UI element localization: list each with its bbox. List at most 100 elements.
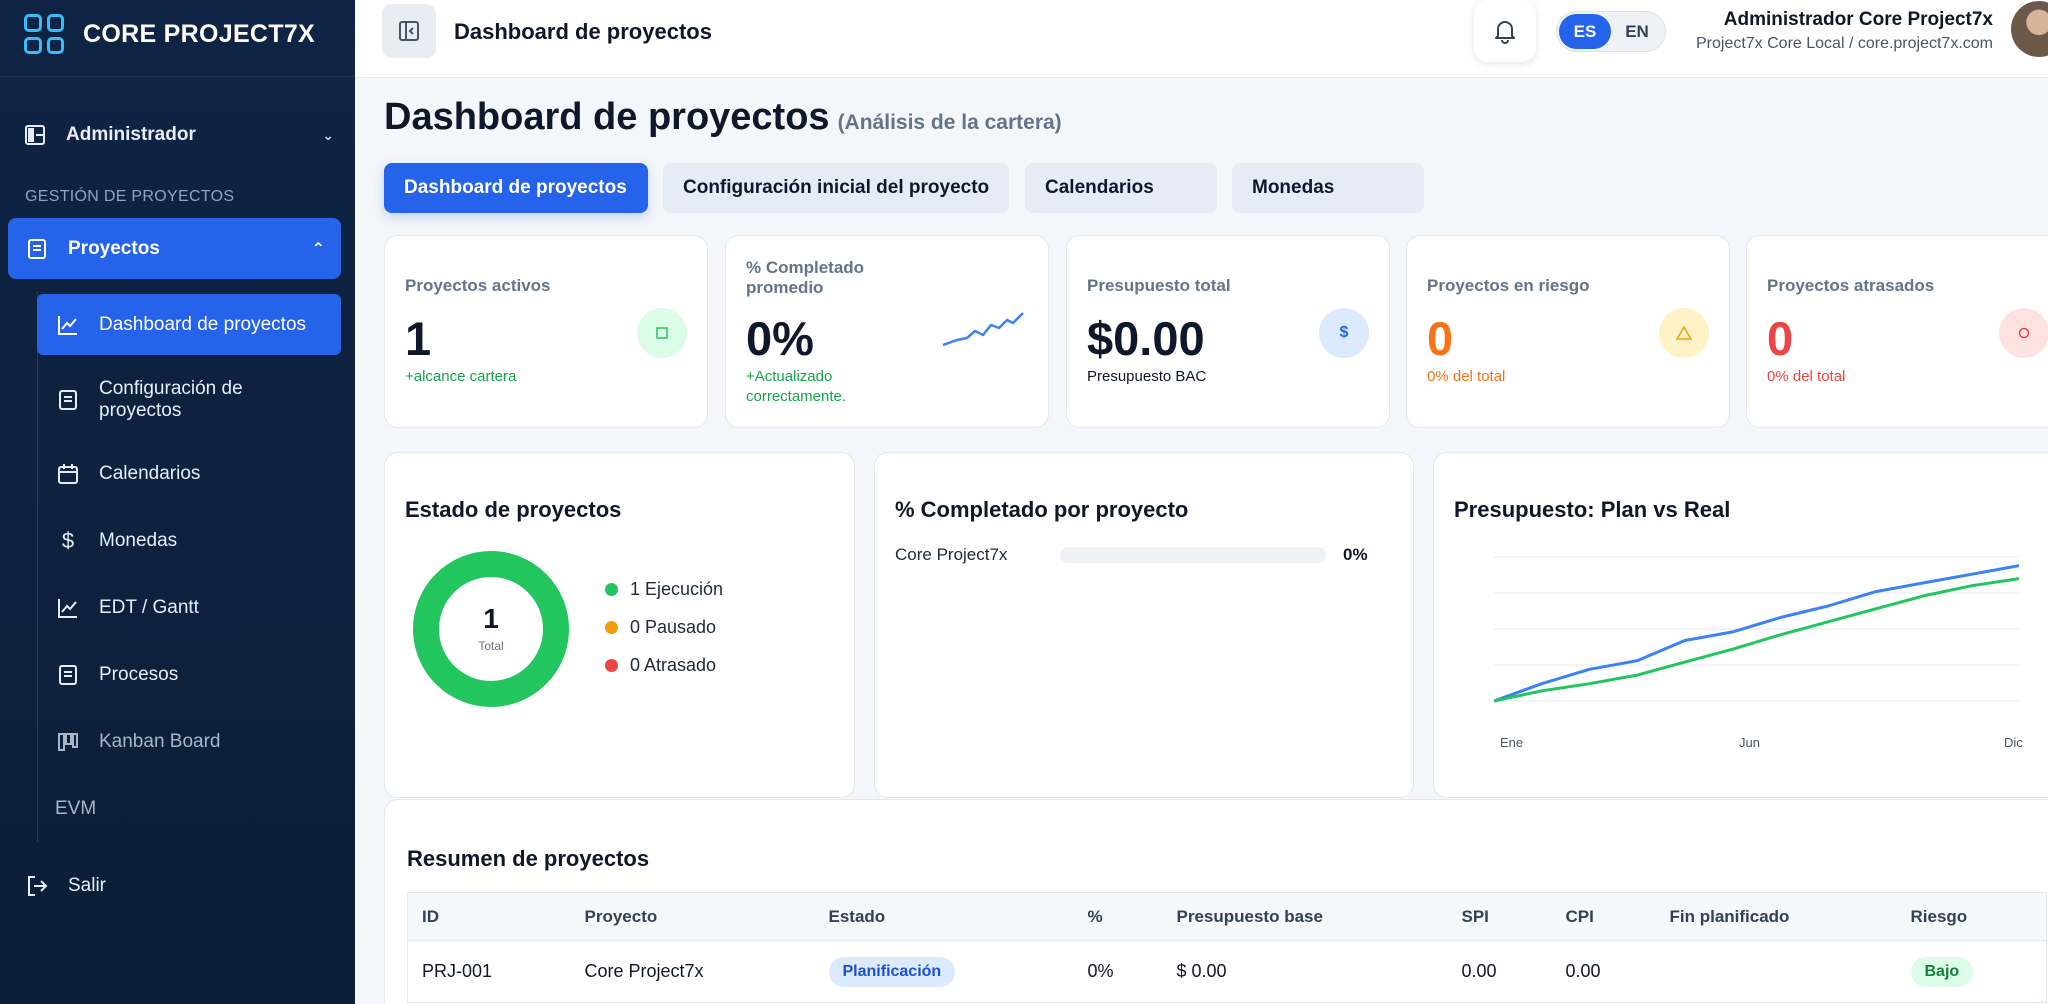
lang-es-button[interactable]: ES	[1559, 14, 1611, 49]
cell-risk: Bajo	[1897, 941, 2047, 1003]
x-tick-label: Ene	[1500, 735, 1524, 750]
logout-label: Salir	[68, 875, 107, 896]
column-header[interactable]: Riesgo	[1896, 892, 2047, 941]
chart-line-icon	[57, 597, 79, 619]
legend-label: 0 Pausado	[630, 617, 717, 637]
sidebar-item-currencies[interactable]: $ Monedas	[37, 524, 341, 558]
kpi-card-total-budget: Presupuesto total $0.00 Presupuesto BAC …	[1066, 235, 1390, 428]
tab-dashboard[interactable]: Dashboard de proyectos	[384, 163, 648, 213]
series-line-0	[1494, 564, 2020, 703]
language-switch: ES EN	[1556, 11, 1666, 52]
brand[interactable]: CORE PROJECT7X	[24, 12, 315, 56]
cell-cpi: 0.00	[1565, 961, 1601, 981]
kpi-label: Proyectos activos	[405, 276, 551, 295]
panel-title: Estado de proyectos	[405, 497, 622, 522]
cell-end-date	[1656, 941, 1897, 1003]
column-header[interactable]: CPI	[1551, 892, 1656, 941]
sidebar-item-edt-gantt[interactable]: EDT / Gantt	[37, 591, 341, 625]
column-header[interactable]: Estado	[814, 892, 1074, 941]
calendar-icon	[57, 463, 79, 485]
budget-line-chart	[1494, 556, 2020, 703]
legend-label: 1 Ejecución	[630, 579, 724, 599]
legend-dot	[605, 659, 618, 672]
document-icon	[26, 238, 48, 260]
document-icon	[57, 664, 79, 686]
avatar[interactable]	[2011, 1, 2048, 57]
sidebar-item-label: Procesos	[99, 664, 179, 685]
column-header[interactable]: Proyecto	[570, 892, 815, 941]
donut-total-label: Total	[478, 639, 504, 653]
column-header[interactable]: Presupuesto base	[1162, 892, 1448, 941]
tab-currencies[interactable]: Monedas	[1232, 163, 1424, 213]
kpi-value: $0.00	[1087, 312, 1205, 365]
sparkline-icon	[942, 312, 1024, 347]
page-title: Dashboard de proyectos (Análisis de la ca…	[384, 96, 1062, 139]
kpi-label: Proyectos atrasados	[1767, 276, 1935, 295]
risk-badge: Bajo	[1910, 956, 1974, 987]
x-tick-label: Dic	[2004, 735, 2023, 750]
page-subtitle: (Análisis de la cartera)	[837, 111, 1062, 134]
progress-bar	[1060, 547, 1326, 563]
kpi-value: 0	[1427, 312, 1454, 365]
divider	[0, 76, 355, 77]
sidebar-item-label: EDT / Gantt	[99, 597, 199, 618]
chevron-up-icon: ⌃	[311, 240, 325, 258]
cell-spi: 0.00	[1461, 961, 1497, 981]
sidebar-collapse-icon	[399, 21, 419, 41]
bell-icon	[1495, 21, 1515, 44]
sidebar-item-dashboard[interactable]: Dashboard de proyectos	[37, 294, 341, 355]
sidebar-item-processes[interactable]: Procesos	[37, 658, 341, 692]
warning-icon	[1659, 308, 1709, 358]
table-row[interactable]: PRJ-001 Core Project7x Planificación 0% …	[408, 941, 2047, 1003]
lang-en-button[interactable]: EN	[1611, 14, 1663, 49]
sidebar-item-admin[interactable]: Administrador ⌄	[24, 118, 334, 152]
brand-name: CORE PROJECT7X	[83, 19, 316, 48]
donut-total-value: 1	[483, 603, 499, 634]
legend-dot	[605, 621, 618, 634]
sidebar-toggle-button[interactable]	[382, 4, 436, 58]
sidebar-item-label: Kanban Board	[99, 731, 221, 752]
document-icon	[57, 389, 79, 411]
completion-panel: % Completado por proyecto Core Project7x…	[874, 452, 1414, 798]
logout-icon	[26, 875, 48, 897]
sidebar-item-label: Configuración de proyectos	[99, 378, 243, 421]
sidebar-item-label: Monedas	[99, 530, 178, 551]
sidebar-item-calendars[interactable]: Calendarios	[37, 457, 341, 491]
sidebar-item-label: Calendarios	[99, 463, 201, 484]
square-icon	[637, 308, 687, 358]
status-panel: Estado de proyectos 1 Total 1 Ejecución …	[384, 452, 855, 798]
chart-line-icon	[57, 314, 79, 336]
user-name: Administrador Core Project7x	[1723, 9, 1993, 30]
chevron-down-icon: ⌄	[322, 126, 334, 143]
sidebar-item-project-config[interactable]: Configuración de proyectos	[37, 372, 341, 428]
column-header[interactable]: ID	[407, 892, 571, 941]
column-header[interactable]: SPI	[1447, 892, 1552, 941]
sidebar-item-label: Proyectos	[68, 237, 160, 259]
column-header[interactable]: Fin planificado	[1655, 892, 1897, 941]
legend-item: 1 Ejecución	[605, 579, 723, 600]
kpi-value: 1	[405, 312, 432, 365]
grid-logo-icon	[24, 14, 64, 54]
x-tick-label: Jun	[1739, 735, 1760, 750]
progress-row-label: Core Project7x	[895, 545, 1008, 564]
dollar-icon: $	[1319, 308, 1369, 358]
logout-button[interactable]: Salir	[26, 870, 106, 902]
cell-id: PRJ-001	[422, 961, 493, 981]
legend-item: 0 Atrasado	[605, 655, 716, 676]
sidebar-section-label: GESTIÓN DE PROYECTOS	[25, 188, 235, 205]
tab-initial-config[interactable]: Configuración inicial del proyecto	[663, 163, 1009, 213]
panel-title: % Completado por proyecto	[895, 497, 1189, 522]
notifications-button[interactable]	[1474, 0, 1536, 62]
series-line-1	[1494, 577, 2020, 703]
tab-calendars[interactable]: Calendarios	[1025, 163, 1217, 213]
kpi-note: 0% del total	[1427, 368, 1506, 385]
kpi-card-avg-completion: % Completado promedio 0% +Actualizado co…	[725, 235, 1049, 428]
column-header[interactable]: %	[1073, 892, 1163, 941]
cell-pct: 0%	[1087, 961, 1114, 981]
kpi-card-delayed: Proyectos atrasados 0 0% del total	[1746, 235, 2048, 428]
kpi-note: Presupuesto BAC	[1087, 368, 1207, 385]
circle-icon	[1999, 308, 2048, 358]
sidebar-item-kanban[interactable]: Kanban Board	[37, 725, 341, 759]
sidebar-item-evm[interactable]: EVM	[37, 792, 341, 826]
sidebar-item-projects[interactable]: Proyectos ⌃	[8, 218, 341, 279]
